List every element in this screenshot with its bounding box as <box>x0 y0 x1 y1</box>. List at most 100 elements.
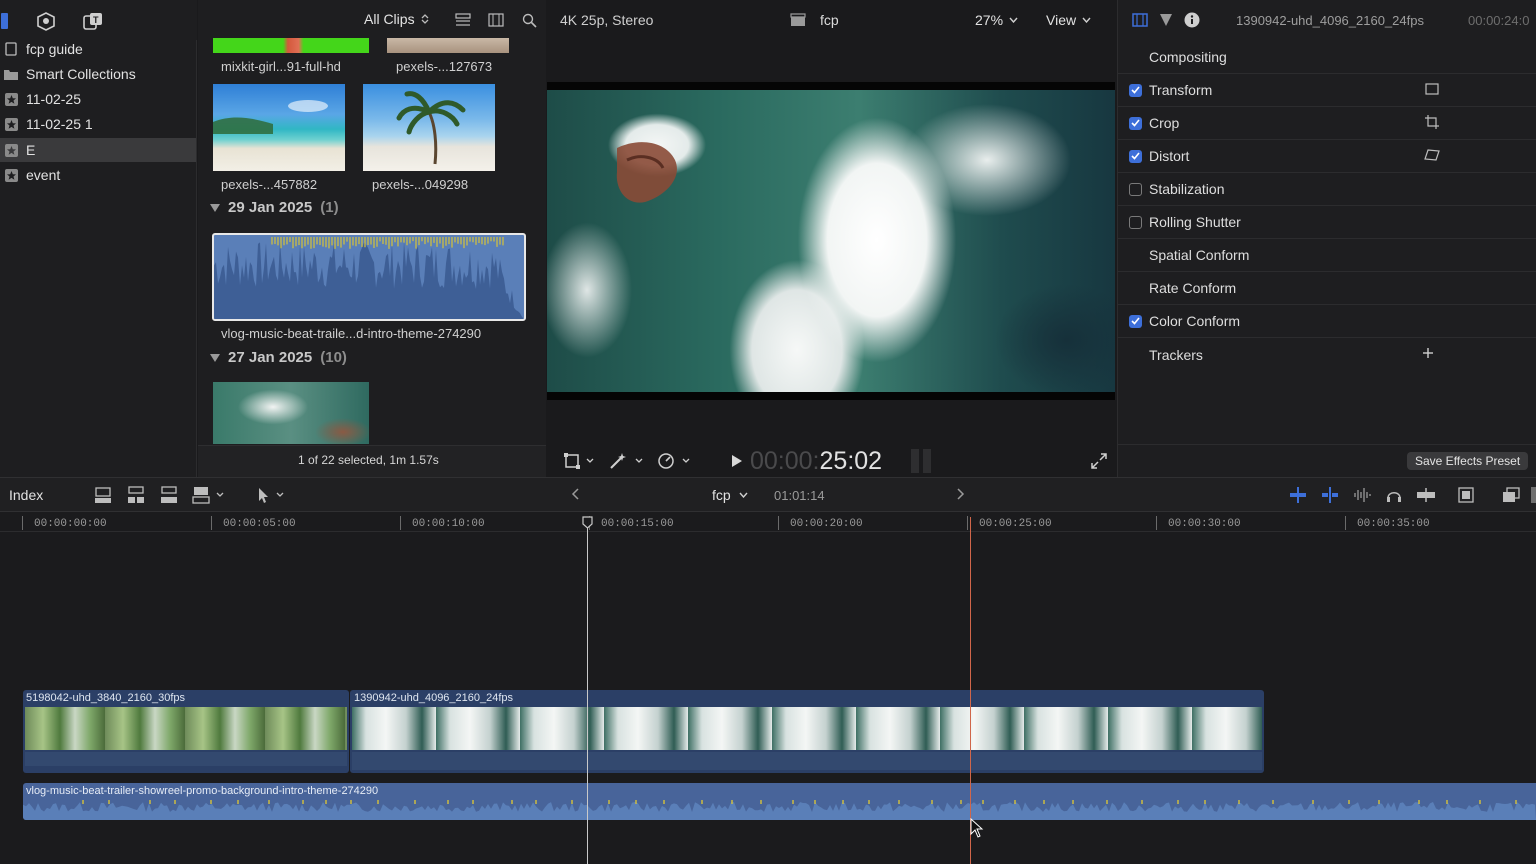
sidebar-item-event[interactable]: event <box>0 163 196 187</box>
skimming-icon[interactable] <box>1287 485 1309 505</box>
ruler-tick <box>400 516 401 530</box>
viewer-letterbox-top <box>547 82 1115 90</box>
clip-thumbnail[interactable] <box>213 382 369 444</box>
crop-checkbox[interactable] <box>1129 116 1142 130</box>
section-label: Color Conform <box>1149 313 1241 329</box>
inspector-section-trackers[interactable]: Trackers <box>1117 338 1536 371</box>
timeline-video-clip[interactable]: 1390942-uhd_4096_2160_24fps <box>350 690 1264 773</box>
date-group-header[interactable]: 27 Jan 2025 (10) <box>210 349 347 366</box>
enhance-wand-icon[interactable] <box>606 450 646 472</box>
ruler-tick <box>1156 516 1157 530</box>
viewer-timecode[interactable]: 00:00:25:02 <box>750 447 882 476</box>
ruler-label: 00:00:00:00 <box>34 518 107 530</box>
clip-appearance-icon[interactable] <box>1455 485 1477 505</box>
sidebar-item-event-selected[interactable]: E <box>0 138 196 162</box>
disclosure-triangle-icon[interactable] <box>210 353 220 362</box>
date-group-header[interactable]: 29 Jan 2025 (1) <box>210 199 339 216</box>
insert-clip-icon[interactable] <box>125 485 147 505</box>
search-icon[interactable] <box>519 11 539 29</box>
transform-tool-icon[interactable] <box>560 450 600 472</box>
select-tool-icon[interactable] <box>252 485 288 505</box>
color-conform-checkbox[interactable] <box>1129 314 1142 328</box>
effects-browser-icon[interactable] <box>1500 485 1522 505</box>
clip-label: pexels-...127673 <box>396 59 493 74</box>
ruler-tick <box>1345 516 1346 530</box>
fullscreen-icon[interactable] <box>1088 450 1110 472</box>
crop-onscreen-icon[interactable] <box>1425 115 1439 129</box>
append-clip-icon[interactable] <box>158 485 180 505</box>
timeline-forward-icon[interactable] <box>953 486 969 502</box>
libraries-sidebar-icon[interactable] <box>0 10 10 32</box>
sidebar-item-event[interactable]: 11-02-25 1 <box>0 112 196 136</box>
timeline-video-clip[interactable]: 5198042-uhd_3840_2160_30fps <box>23 690 349 773</box>
play-icon[interactable] <box>728 452 746 470</box>
inspector-section-rolling-shutter[interactable]: Rolling Shutter <box>1117 206 1536 239</box>
timeline-audio-clip[interactable]: vlog-music-beat-trailer-showreel-promo-b… <box>23 783 1536 820</box>
distort-checkbox[interactable] <box>1129 149 1142 163</box>
ruler-tick <box>967 516 968 530</box>
list-view-icon[interactable] <box>453 11 473 29</box>
sidebar-item-library[interactable]: fcp guide <box>0 37 196 61</box>
audio-skimming-icon[interactable] <box>1319 485 1341 505</box>
sidebar-item-label: Smart Collections <box>26 66 136 82</box>
timecode-dim: 00:00: <box>750 447 820 475</box>
info-icon[interactable] <box>1182 11 1202 29</box>
filmstrip-view-icon[interactable] <box>486 11 506 29</box>
transform-checkbox[interactable] <box>1129 83 1142 97</box>
overwrite-clip-icon[interactable] <box>191 485 229 505</box>
snapping-icon[interactable] <box>1414 485 1438 505</box>
stabilization-checkbox[interactable] <box>1129 182 1142 196</box>
inspector-section-stabilization[interactable]: Stabilization <box>1117 173 1536 206</box>
section-label: Spatial Conform <box>1149 247 1250 263</box>
save-effects-preset-button[interactable]: Save Effects Preset <box>1407 452 1529 470</box>
clip-label: pexels-...049298 <box>372 177 469 192</box>
ruler-label: 00:00:20:00 <box>790 518 863 530</box>
color-inspector-icon[interactable] <box>1156 11 1176 29</box>
ruler-label: 00:00:30:00 <box>1168 518 1241 530</box>
solo-headphones-icon[interactable] <box>1383 485 1405 505</box>
photos-audio-icon[interactable] <box>33 8 59 34</box>
browser-status-text: 1 of 22 selected, 1m 1.57s <box>298 453 439 467</box>
inspector-section-transform[interactable]: Transform <box>1117 74 1536 107</box>
timeline-project-popup[interactable]: fcp <box>712 487 748 503</box>
sidebar-item-event[interactable]: 11-02-25 <box>0 87 196 111</box>
inspector-section-compositing[interactable]: Compositing <box>1117 41 1536 74</box>
clip-label: mixkit-girl...91-full-hd <box>221 59 341 74</box>
transform-onscreen-icon[interactable] <box>1425 83 1439 95</box>
disclosure-triangle-icon[interactable] <box>210 203 220 212</box>
audio-clip-thumbnail-selected[interactable] <box>212 233 526 321</box>
rolling-shutter-checkbox[interactable] <box>1129 215 1142 229</box>
sidebar-item-label: 11-02-25 1 <box>26 116 93 132</box>
retime-speed-icon[interactable] <box>655 450 695 472</box>
viewer-video-frame[interactable] <box>547 90 1115 392</box>
add-icon[interactable] <box>1422 347 1434 359</box>
inspector-section-spatial-conform[interactable]: Spatial Conform <box>1117 239 1536 272</box>
video-inspector-icon[interactable] <box>1130 11 1150 29</box>
clip-title: 1390942-uhd_4096_2160_24fps <box>354 692 514 704</box>
waveform-icon[interactable] <box>1351 485 1373 505</box>
browser-filter-popup[interactable]: All Clips <box>364 11 429 27</box>
distort-onscreen-icon[interactable] <box>1424 149 1440 161</box>
connect-clip-icon[interactable] <box>92 485 114 505</box>
inspector-section-distort[interactable]: Distort <box>1117 140 1536 173</box>
playhead-handle-icon[interactable] <box>582 516 593 529</box>
inspector-section-rate-conform[interactable]: Rate Conform <box>1117 272 1536 305</box>
inspector-section-crop[interactable]: Crop <box>1117 107 1536 140</box>
clip-thumbnail[interactable] <box>213 38 369 53</box>
sidebar-item-smart-collections[interactable]: Smart Collections <box>0 62 196 86</box>
chevron-down-icon <box>739 492 748 498</box>
playhead[interactable] <box>587 517 588 864</box>
inspector-section-color-conform[interactable]: Color Conform <box>1117 305 1536 338</box>
section-label: Trackers <box>1149 346 1203 363</box>
clip-thumbnail[interactable] <box>213 84 345 171</box>
mouse-cursor-icon <box>970 818 984 838</box>
clip-label: vlog-music-beat-traile...d-intro-theme-2… <box>221 326 482 341</box>
index-button[interactable]: Index <box>9 487 43 503</box>
clip-thumbnail[interactable] <box>387 38 509 53</box>
date-group-count: (10) <box>320 349 347 366</box>
titles-generators-icon[interactable]: T <box>80 8 106 34</box>
clip-thumbnail[interactable] <box>363 84 495 171</box>
timeline-back-icon[interactable] <box>567 486 583 502</box>
view-popup[interactable]: View <box>1046 12 1091 28</box>
zoom-popup[interactable]: 27% <box>975 12 1018 28</box>
